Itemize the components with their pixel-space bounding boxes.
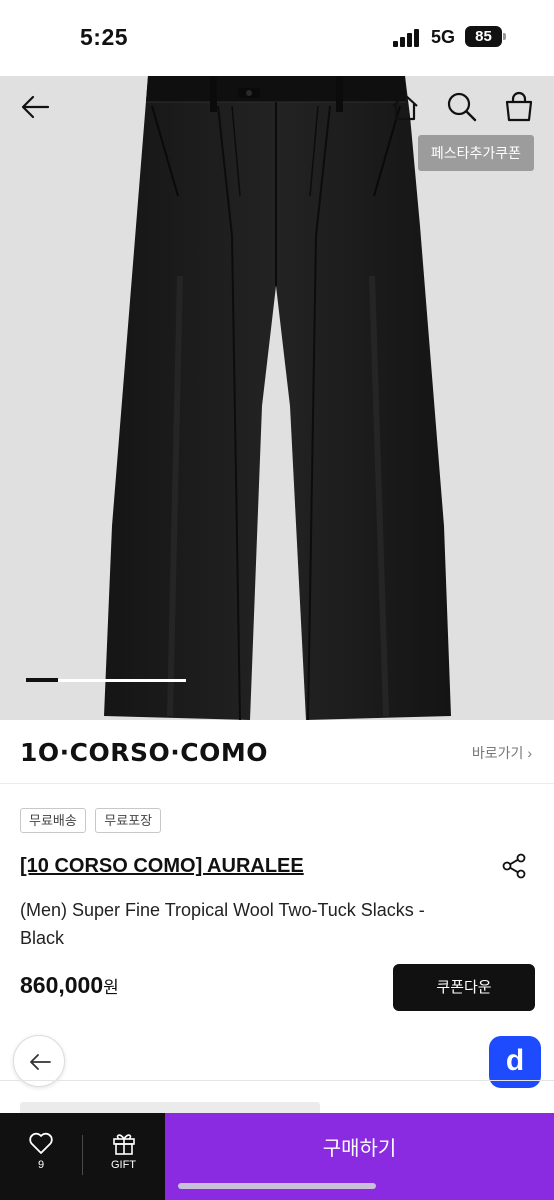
back-arrow-icon <box>30 1054 51 1070</box>
battery-icon: 85 <box>465 26 502 47</box>
product-tags: 무료배송 무료포장 <box>20 808 166 833</box>
wishlist-button[interactable]: 9 <box>0 1113 82 1200</box>
product-gallery[interactable]: 페스타추가쿠폰 <box>0 76 554 720</box>
network-type: 5G <box>431 27 456 47</box>
signal-icon <box>393 29 423 47</box>
wishlist-count: 9 <box>37 1159 45 1171</box>
product-name: (Men) Super Fine Tropical Wool Two-Tuck … <box>20 900 425 948</box>
home-icon[interactable] <box>388 90 422 124</box>
share-icon[interactable] <box>500 852 528 880</box>
status-time: 5:25 <box>80 24 129 50</box>
battery-tip <box>503 33 506 40</box>
free-wrapping-tag: 무료포장 <box>95 808 162 833</box>
back-arrow-icon[interactable] <box>18 90 52 124</box>
section-divider <box>0 1080 554 1081</box>
status-bar: 5:25 5G 85 <box>0 0 554 76</box>
heart-icon <box>29 1132 53 1154</box>
gift-icon <box>112 1134 135 1155</box>
gallery-pager <box>26 678 186 682</box>
shopping-bag-icon[interactable] <box>502 90 536 124</box>
product-price: 860,000원 <box>20 972 119 999</box>
home-indicator <box>178 1183 376 1189</box>
free-shipping-tag: 무료배송 <box>20 808 86 833</box>
product-brand[interactable]: [10 CORSO COMO] AURALEE <box>20 855 304 878</box>
price-value: 860,000 <box>20 972 104 998</box>
coupon-download-button[interactable]: 쿠폰다운 <box>393 964 535 1011</box>
product-image <box>104 76 451 720</box>
gift-label: GIFT <box>110 1159 137 1171</box>
gallery-pager-fill <box>26 678 58 682</box>
brand-shortcut-link[interactable]: 바로가기 › <box>472 743 532 763</box>
search-icon[interactable] <box>445 90 479 124</box>
brand-logo: 1O·CORSO·COMO <box>20 738 268 767</box>
festa-coupon-tag[interactable]: 페스타추가쿠폰 <box>417 135 534 171</box>
brand-row[interactable]: 1O·CORSO·COMO 바로가기 › <box>0 720 554 784</box>
price-currency: 원 <box>103 978 119 997</box>
gift-button[interactable]: GIFT <box>82 1113 165 1200</box>
